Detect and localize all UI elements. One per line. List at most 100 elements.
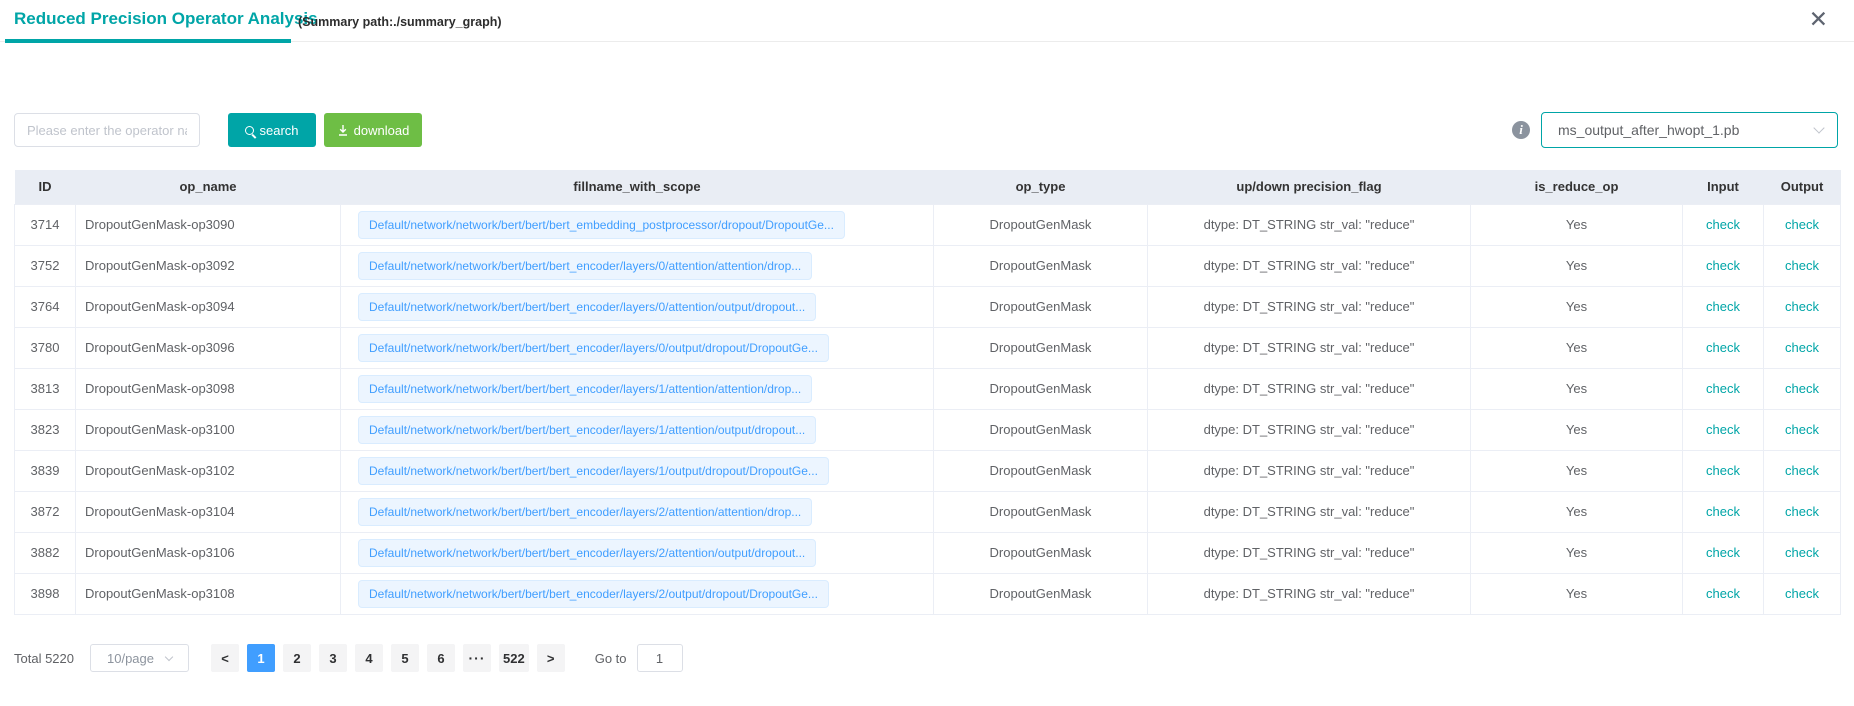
cell-id: 3780 — [15, 327, 76, 368]
cell-input: check — [1683, 204, 1764, 245]
search-button-label: search — [259, 123, 298, 138]
cell-precision-flag: dtype: DT_STRING str_val: "reduce" — [1148, 204, 1471, 245]
cell-input: check — [1683, 450, 1764, 491]
output-check-link[interactable]: check — [1785, 586, 1819, 601]
output-check-link[interactable]: check — [1785, 258, 1819, 273]
input-check-link[interactable]: check — [1706, 217, 1740, 232]
info-icon[interactable]: i — [1512, 121, 1530, 139]
cell-output: check — [1764, 573, 1841, 614]
download-icon — [337, 124, 349, 136]
output-check-link[interactable]: check — [1785, 299, 1819, 314]
scope-link[interactable]: Default/network/network/bert/bert/bert_e… — [358, 252, 812, 280]
scope-link[interactable]: Default/network/network/bert/bert/bert_e… — [358, 457, 829, 485]
prev-page-button[interactable]: < — [211, 644, 239, 672]
chevron-down-icon — [165, 652, 173, 660]
cell-input: check — [1683, 245, 1764, 286]
cell-precision-flag: dtype: DT_STRING str_val: "reduce" — [1148, 491, 1471, 532]
table-header-row: ID op_name fillname_with_scope op_type u… — [15, 170, 1841, 204]
cell-scope: Default/network/network/bert/bert/bert_e… — [341, 532, 934, 573]
cell-precision-flag: dtype: DT_STRING str_val: "reduce" — [1148, 573, 1471, 614]
cell-op-name: DropoutGenMask-op3094 — [76, 286, 341, 327]
next-page-button[interactable]: > — [537, 644, 565, 672]
input-check-link[interactable]: check — [1706, 545, 1740, 560]
cell-is-reduce-op: Yes — [1471, 491, 1683, 532]
input-check-link[interactable]: check — [1706, 422, 1740, 437]
cell-scope: Default/network/network/bert/bert/bert_e… — [341, 409, 934, 450]
cell-op-name: DropoutGenMask-op3106 — [76, 532, 341, 573]
scope-link[interactable]: Default/network/network/bert/bert/bert_e… — [358, 580, 829, 608]
scope-link[interactable]: Default/network/network/bert/bert/bert_e… — [358, 334, 829, 362]
download-button[interactable]: download — [324, 113, 422, 147]
total-count: Total 5220 — [14, 651, 74, 666]
input-check-link[interactable]: check — [1706, 381, 1740, 396]
page-number-button[interactable]: ··· — [463, 644, 491, 672]
input-check-link[interactable]: check — [1706, 340, 1740, 355]
cell-output: check — [1764, 532, 1841, 573]
search-icon — [245, 126, 254, 135]
graph-file-select[interactable]: ms_output_after_hwopt_1.pb — [1541, 112, 1838, 148]
input-check-link[interactable]: check — [1706, 463, 1740, 478]
output-check-link[interactable]: check — [1785, 422, 1819, 437]
output-check-link[interactable]: check — [1785, 463, 1819, 478]
cell-precision-flag: dtype: DT_STRING str_val: "reduce" — [1148, 450, 1471, 491]
output-check-link[interactable]: check — [1785, 545, 1819, 560]
goto-page-input[interactable] — [637, 644, 683, 672]
graph-file-select-value: ms_output_after_hwopt_1.pb — [1558, 122, 1739, 138]
scope-link[interactable]: Default/network/network/bert/bert/bert_e… — [358, 375, 812, 403]
col-header-is-reduce-op: is_reduce_op — [1471, 170, 1683, 204]
cell-scope: Default/network/network/bert/bert/bert_e… — [341, 245, 934, 286]
cell-is-reduce-op: Yes — [1471, 204, 1683, 245]
scope-link[interactable]: Default/network/network/bert/bert/bert_e… — [358, 539, 816, 567]
cell-op-type: DropoutGenMask — [934, 450, 1148, 491]
input-check-link[interactable]: check — [1706, 504, 1740, 519]
page-number-button[interactable]: 5 — [391, 644, 419, 672]
cell-op-name: DropoutGenMask-op3096 — [76, 327, 341, 368]
cell-scope: Default/network/network/bert/bert/bert_e… — [341, 204, 934, 245]
output-check-link[interactable]: check — [1785, 504, 1819, 519]
cell-scope: Default/network/network/bert/bert/bert_e… — [341, 491, 934, 532]
page-number-button[interactable]: 1 — [247, 644, 275, 672]
cell-precision-flag: dtype: DT_STRING str_val: "reduce" — [1148, 245, 1471, 286]
cell-output: check — [1764, 204, 1841, 245]
cell-op-type: DropoutGenMask — [934, 327, 1148, 368]
cell-op-type: DropoutGenMask — [934, 245, 1148, 286]
col-header-output: Output — [1764, 170, 1841, 204]
col-header-precision-flag: up/down precision_flag — [1148, 170, 1471, 204]
page-number-button[interactable]: 3 — [319, 644, 347, 672]
cell-output: check — [1764, 409, 1841, 450]
operator-name-input[interactable] — [14, 113, 200, 147]
cell-op-type: DropoutGenMask — [934, 491, 1148, 532]
input-check-link[interactable]: check — [1706, 258, 1740, 273]
scope-link[interactable]: Default/network/network/bert/bert/bert_e… — [358, 211, 845, 239]
output-check-link[interactable]: check — [1785, 217, 1819, 232]
table-row: 3882 DropoutGenMask-op3106 Default/netwo… — [15, 532, 1841, 573]
close-icon[interactable]: ✕ — [1809, 4, 1828, 34]
input-check-link[interactable]: check — [1706, 586, 1740, 601]
cell-precision-flag: dtype: DT_STRING str_val: "reduce" — [1148, 286, 1471, 327]
cell-id: 3752 — [15, 245, 76, 286]
cell-output: check — [1764, 368, 1841, 409]
cell-scope: Default/network/network/bert/bert/bert_e… — [341, 573, 934, 614]
page-number-button[interactable]: 4 — [355, 644, 383, 672]
cell-input: check — [1683, 409, 1764, 450]
input-check-link[interactable]: check — [1706, 299, 1740, 314]
summary-path: (Summary path:./summary_graph) — [298, 15, 502, 29]
output-check-link[interactable]: check — [1785, 340, 1819, 355]
output-check-link[interactable]: check — [1785, 381, 1819, 396]
scope-link[interactable]: Default/network/network/bert/bert/bert_e… — [358, 498, 812, 526]
page-size-select[interactable]: 10/page — [90, 644, 189, 672]
table-row: 3823 DropoutGenMask-op3100 Default/netwo… — [15, 409, 1841, 450]
page-number-button[interactable]: 2 — [283, 644, 311, 672]
scope-link[interactable]: Default/network/network/bert/bert/bert_e… — [358, 416, 816, 444]
cell-op-name: DropoutGenMask-op3100 — [76, 409, 341, 450]
download-button-label: download — [354, 123, 410, 138]
cell-id: 3898 — [15, 573, 76, 614]
scope-link[interactable]: Default/network/network/bert/bert/bert_e… — [358, 293, 816, 321]
cell-input: check — [1683, 573, 1764, 614]
page-number-button[interactable]: 6 — [427, 644, 455, 672]
table-row: 3752 DropoutGenMask-op3092 Default/netwo… — [15, 245, 1841, 286]
search-button[interactable]: search — [228, 113, 316, 147]
pagination: Total 5220 10/page < 1 2 3 4 5 6 ··· 522… — [14, 644, 683, 672]
page-number-button[interactable]: 522 — [499, 644, 529, 672]
cell-scope: Default/network/network/bert/bert/bert_e… — [341, 368, 934, 409]
